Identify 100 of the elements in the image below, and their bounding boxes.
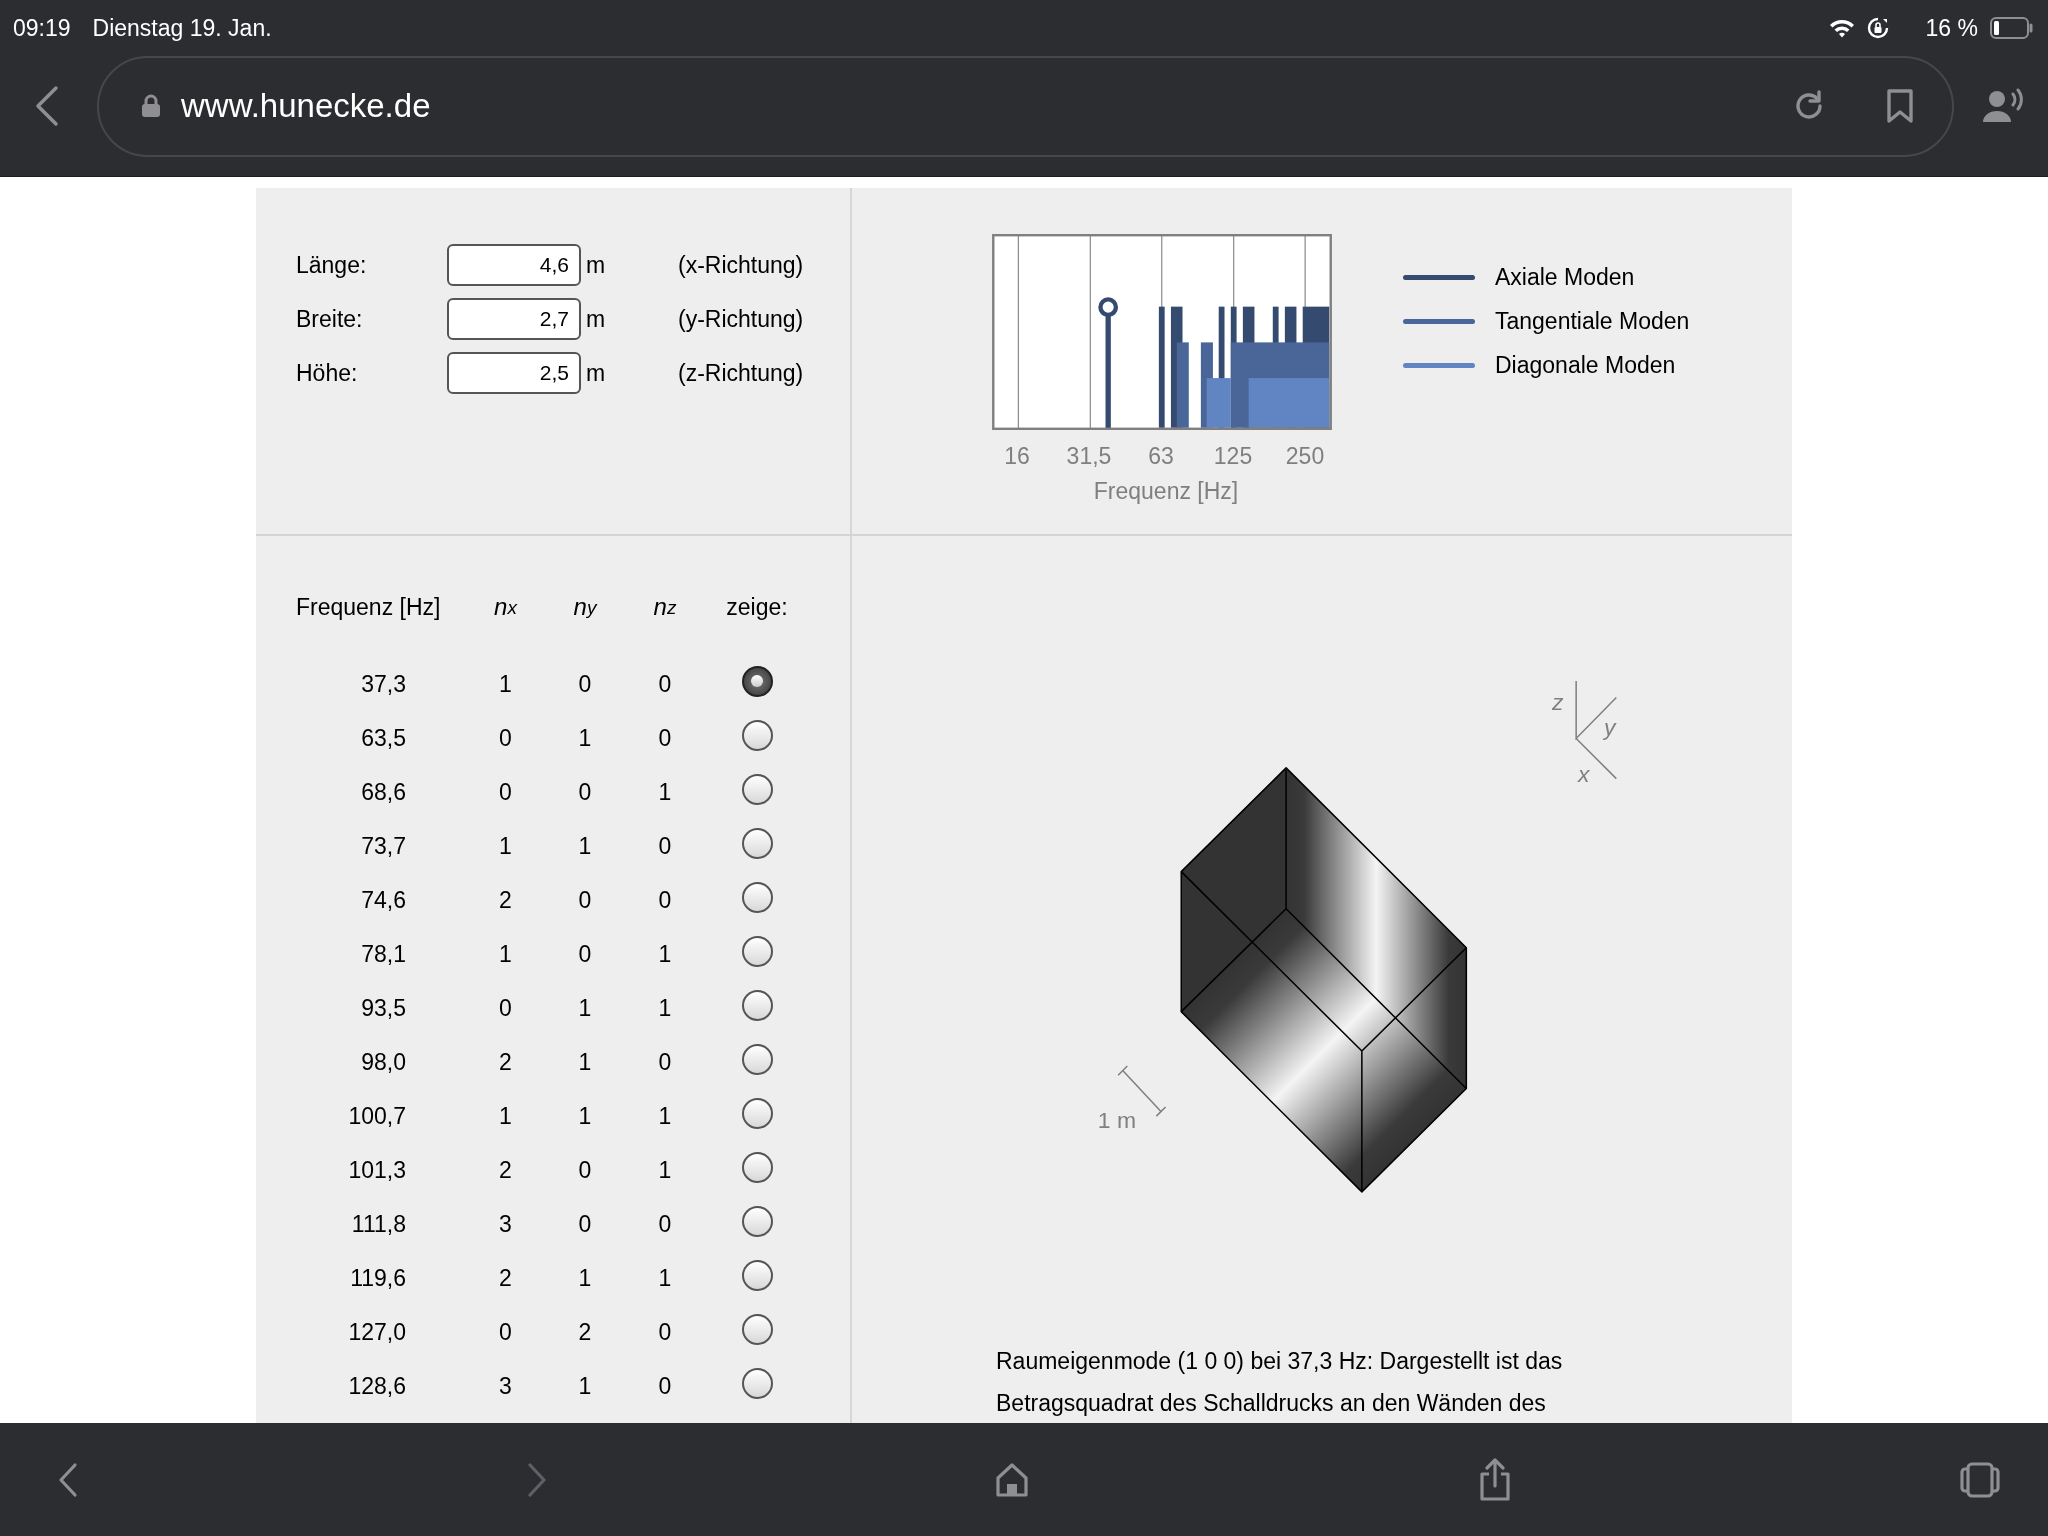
table-cell-text: 0 [657, 1317, 673, 1347]
lock-icon [141, 94, 161, 118]
table-cell-text: 1 [657, 1263, 673, 1293]
radio-button[interactable] [741, 827, 773, 859]
radio-button[interactable] [741, 1205, 773, 1237]
radio-button[interactable] [741, 989, 773, 1021]
direction-label: (x-Richtung) [678, 251, 804, 279]
table-cell-text: 1 [498, 669, 513, 699]
table-cell-text: 1 [657, 1155, 673, 1185]
table-cell-text: 1 [577, 993, 593, 1023]
battery-icon [1990, 17, 2034, 39]
radio-button[interactable] [741, 1259, 773, 1291]
radio-button[interactable] [741, 881, 773, 913]
table-cell-text: 0 [577, 885, 593, 915]
axis-label: Frequenz [Hz] [1092, 478, 1240, 505]
frequency-cell-text: 100,7 [347, 1101, 407, 1131]
frequency-cell-text: 127,0 [347, 1317, 407, 1347]
table-cell-text: 1 [577, 1101, 593, 1131]
table-cell-text: 0 [498, 993, 513, 1023]
status-time: 09:19 [13, 14, 71, 42]
axis-tick-label: 16 [1003, 443, 1031, 469]
frequency-cell-text: 93,5 [360, 993, 407, 1023]
table-cell-text: 0 [657, 1209, 673, 1239]
table-cell-text: 0 [657, 723, 673, 753]
radio-button[interactable] [741, 665, 773, 697]
frequency-cell-text: 101,3 [347, 1155, 407, 1185]
axis-tick-label: 250 [1284, 443, 1326, 469]
back-icon[interactable] [34, 84, 60, 128]
axis-tick-label: 31,5 [1065, 443, 1113, 469]
table-cell-text: 2 [577, 1317, 593, 1347]
frequency-cell-text: 37,3 [360, 669, 407, 699]
frequency-cell-text: 73,7 [360, 831, 407, 861]
unit-label: m [586, 251, 607, 279]
rotation-lock-icon [1865, 16, 1890, 40]
scale-label: 1 m [1097, 1107, 1137, 1133]
dimension-input[interactable]: 2,7 [447, 298, 581, 340]
radio-button[interactable] [741, 719, 773, 751]
table-cell-text: 2 [498, 1047, 513, 1077]
table-cell-text: 1 [657, 993, 673, 1023]
radio-button[interactable] [741, 773, 773, 805]
table-cell-text: 0 [498, 1317, 513, 1347]
frequency-cell-text: 111,8 [350, 1209, 407, 1239]
column-header: zeige: [725, 592, 789, 622]
unit-label: m [586, 305, 607, 333]
share-icon[interactable] [1477, 1457, 1512, 1502]
dimension-input[interactable]: 2,5 [447, 352, 581, 394]
mode-description: Raumeigenmode (1 0 0) bei 37,3 Hz: Dargestellt ist das Betragsquadrat des Schalldrucks an den Wänden des [996, 1347, 1564, 1418]
table-cell-text: 0 [577, 1155, 593, 1185]
frequency-cell-text: 98,0 [360, 1047, 407, 1077]
dimension-label: Höhe: [296, 359, 359, 387]
legend-label: Axiale Moden [1495, 263, 1635, 291]
radio-button[interactable] [741, 935, 773, 967]
table-cell-text: 1 [577, 831, 593, 861]
radio-button[interactable] [741, 1043, 773, 1075]
table-cell-text: 1 [657, 939, 673, 969]
frequency-cell-text: 74,6 [360, 885, 407, 915]
address-bar[interactable]: www.hunecke.de [97, 55, 1954, 157]
url-text: www.hunecke.de [181, 87, 431, 125]
back-icon[interactable] [58, 1461, 78, 1498]
direction-label: (y-Richtung) [678, 305, 804, 333]
table-cell-text: 0 [657, 831, 673, 861]
table-cell-text: 0 [577, 669, 593, 699]
table-cell-text: 3 [498, 1371, 513, 1401]
frequency-cell-text: 78,1 [360, 939, 407, 969]
legend-label: Diagonale Moden [1495, 351, 1676, 379]
table-cell-text: 1 [657, 1101, 673, 1131]
table-cell-text: 2 [498, 1155, 513, 1185]
radio-button[interactable] [741, 1097, 773, 1129]
dimension-label: Breite: [296, 305, 364, 333]
table-cell-text: 1 [498, 1101, 513, 1131]
column-header: Frequenz [Hz] [296, 592, 442, 622]
axis-label: z [1552, 688, 1564, 715]
axis-tick-label: 125 [1212, 443, 1254, 469]
battery-percentage: 16 % [1925, 14, 1978, 42]
direction-label: (z-Richtung) [678, 359, 804, 387]
radio-button[interactable] [741, 1313, 773, 1345]
radio-button[interactable] [741, 1151, 773, 1183]
table-cell-text: 1 [577, 1371, 593, 1401]
legend-label: Tangentiale Moden [1495, 307, 1690, 335]
scale-bar-icon [1117, 1065, 1167, 1117]
tabs-icon[interactable] [1960, 1461, 2000, 1498]
table-cell-text: 0 [577, 777, 593, 807]
bookmark-icon[interactable] [1886, 88, 1914, 124]
unit-label: m [586, 359, 607, 387]
table-cell-text: 2 [498, 1263, 513, 1293]
table-cell-text: 0 [657, 885, 673, 915]
radio-button[interactable] [741, 1367, 773, 1399]
table-cell-text: 2 [498, 885, 513, 915]
table-cell-text: 1 [577, 723, 593, 753]
dimension-input[interactable]: 4,6 [447, 244, 581, 286]
table-cell-text: 1 [657, 777, 673, 807]
table-cell-text: 0 [577, 939, 593, 969]
home-icon[interactable] [995, 1461, 1029, 1498]
axis-tick-label: 63 [1147, 443, 1175, 469]
frequency-cell-text: 63,5 [360, 723, 407, 753]
status-date: Dienstag 19. Jan. [92, 14, 272, 42]
frequency-cell-text: 128,6 [347, 1371, 407, 1401]
dimension-label: Länge: [296, 251, 368, 279]
axis-label: y [1604, 713, 1616, 740]
table-cell-text: 1 [498, 939, 513, 969]
